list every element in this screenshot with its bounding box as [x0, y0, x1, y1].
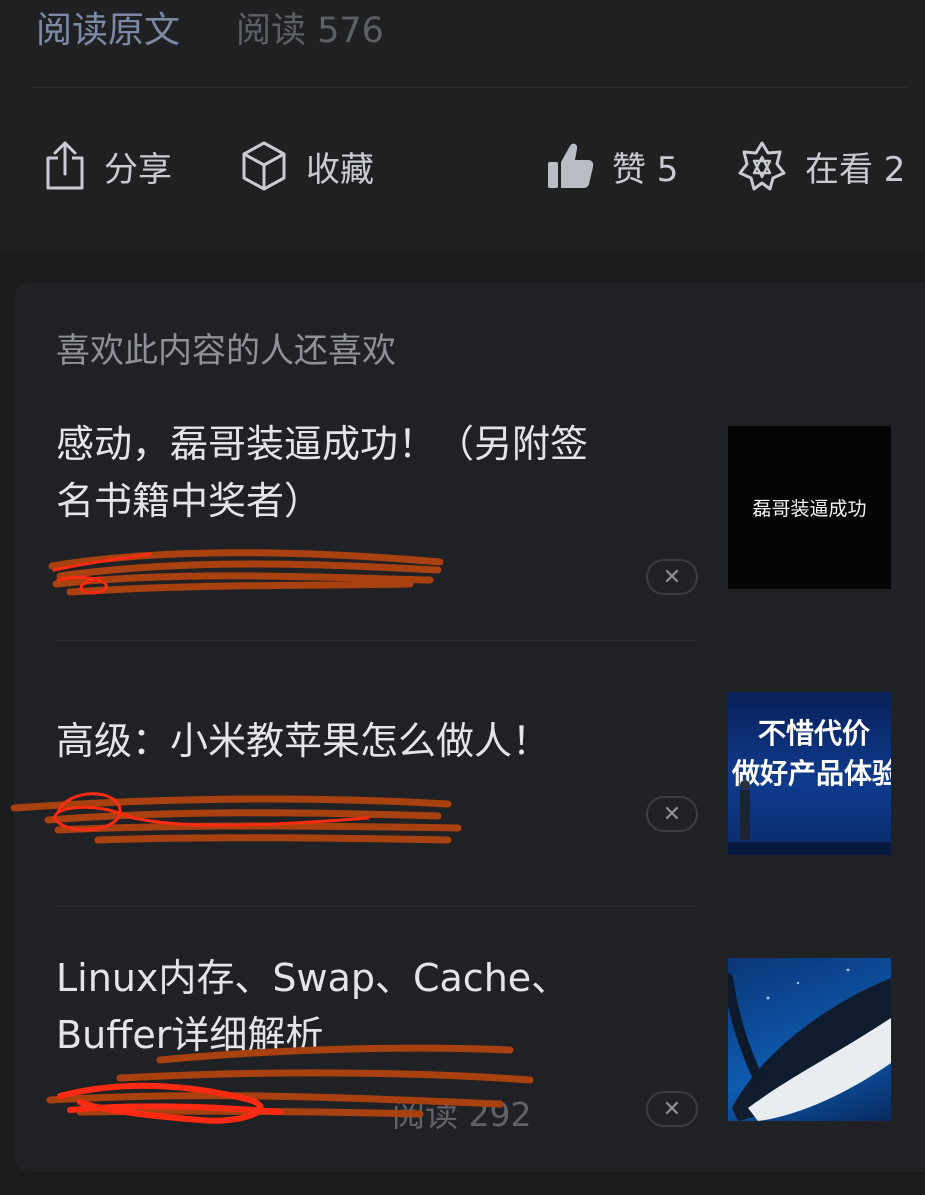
favorite-button[interactable]: 收藏 [240, 126, 374, 206]
item-title-line: Linux内存、Swap、Cache、 [56, 956, 570, 1000]
item-title[interactable]: Linux内存、Swap、Cache、 Buffer详细解析 [56, 950, 696, 1064]
like-button[interactable]: 赞 5 [546, 126, 678, 206]
item-title-line: Buffer详细解析 [56, 1013, 324, 1057]
thumbs-up-icon [548, 143, 594, 188]
item-title[interactable]: 高级：小米教苹果怎么做人！ [56, 713, 696, 770]
read-row: 阅读原文 阅读 576 [36, 1, 384, 53]
share-icon [46, 141, 84, 190]
item-title[interactable]: 感动，磊哥装逼成功！（另附签 名书籍中奖者） [56, 416, 696, 530]
item-meta: 阅读 292 [392, 1095, 532, 1134]
share-label: 分享 [104, 149, 172, 190]
cube-icon [242, 141, 286, 191]
like-label: 赞 5 [612, 149, 679, 190]
penguin-image [728, 968, 891, 1121]
close-icon: ✕ [662, 564, 682, 590]
item-thumbnail[interactable] [728, 958, 891, 1121]
item-title-line: 高级：小米教苹果怎么做人！ [56, 719, 551, 763]
item-thumbnail[interactable]: 磊哥装逼成功 [728, 426, 891, 589]
sparkle-icon [738, 141, 786, 191]
article-footer: 阅读原文 阅读 576 分享 收藏 赞 5 在看 2 [0, 0, 925, 250]
item-title-line: 名书籍中奖者） [56, 479, 323, 523]
divider [56, 640, 696, 641]
action-bar: 分享 收藏 赞 5 在看 2 [0, 126, 925, 206]
item-title-line: 感动，磊哥装逼成功！（另附签 [56, 422, 589, 466]
divider [56, 906, 696, 907]
watching-label: 在看 2 [805, 149, 906, 190]
share-button[interactable]: 分享 [44, 126, 172, 206]
favorite-label: 收藏 [306, 149, 374, 190]
dismiss-button[interactable]: ✕ [646, 1091, 698, 1127]
watching-button[interactable]: 在看 2 [737, 126, 905, 206]
thumbnail-text: 磊哥装逼成功 [752, 498, 867, 520]
divider [34, 87, 909, 88]
speaker-figure [728, 780, 891, 855]
dismiss-button[interactable]: ✕ [646, 796, 698, 832]
close-icon: ✕ [662, 1096, 682, 1122]
item-thumbnail[interactable]: 不惜代价 做好产品体验 [728, 692, 891, 855]
recommend-title: 喜欢此内容的人还喜欢 [56, 331, 396, 371]
dismiss-button[interactable]: ✕ [646, 559, 698, 595]
read-count: 阅读 576 [236, 10, 384, 51]
read-original-link[interactable]: 阅读原文 [36, 1, 180, 53]
close-icon: ✕ [662, 801, 682, 827]
